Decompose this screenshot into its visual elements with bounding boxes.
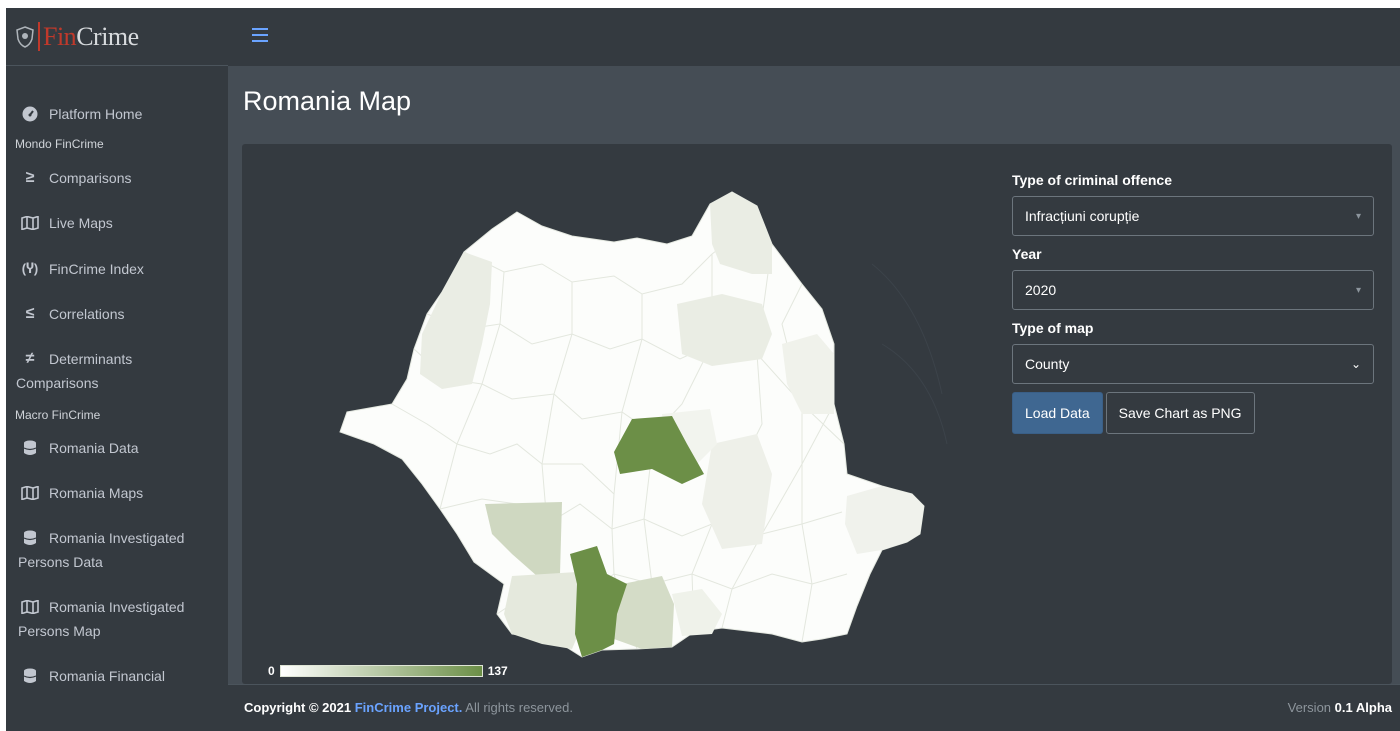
load-data-button[interactable]: Load Data <box>1012 392 1103 434</box>
sidebar-item-romania-data[interactable]: Romania Data <box>6 436 228 460</box>
romania-county-map[interactable] <box>242 144 972 684</box>
top-navbar <box>228 8 1400 66</box>
offence-type-label: Type of criminal offence <box>1012 172 1172 188</box>
county-shade-suceava <box>677 294 772 366</box>
save-chart-png-button[interactable]: Save Chart as PNG <box>1105 392 1255 434</box>
database-icon <box>20 526 40 550</box>
database-icon <box>20 436 40 460</box>
app-window: FinCrime Platform Home Mondo FinCrime ≥ … <box>6 8 1400 731</box>
sidebar-item-label: Romania Maps <box>49 485 144 501</box>
sidebar-item-label: Determinants <box>49 351 133 367</box>
footer-copyright: Copyright © 2021 FinCrime Project. All r… <box>244 700 573 715</box>
year-label: Year <box>1012 246 1042 262</box>
sidebar-item-label-line2: Comparisons <box>16 375 99 391</box>
sidebar-item-determinants-comparisons[interactable]: ≠ Determinants Comparisons <box>6 347 228 395</box>
county-shade-tulcea <box>845 486 924 554</box>
database-icon <box>20 664 40 688</box>
shield-crest-icon <box>16 25 34 48</box>
sidebar-item-investigated-persons-data[interactable]: Romania Investigated Persons Data <box>6 526 228 574</box>
tachometer-icon <box>20 102 40 126</box>
offence-type-select[interactable]: Infracțiuni corupție ▾ <box>1012 196 1374 236</box>
sidebar: FinCrime Platform Home Mondo FinCrime ≥ … <box>6 8 228 731</box>
sidebar-item-label: Romania Data <box>49 440 139 456</box>
map-icon <box>20 481 40 505</box>
caret-down-icon: ▾ <box>1355 284 1361 296</box>
map-legend: 0 137 <box>268 664 508 678</box>
sidebar-item-correlations[interactable]: ≤ Correlations <box>6 302 228 326</box>
sidebar-header-mondo: Mondo FinCrime <box>15 137 104 151</box>
sidebar-item-label-line2: Persons Map <box>18 623 101 639</box>
sidebar-item-label: Platform Home <box>49 106 143 122</box>
less-equal-icon: ≤ <box>25 305 35 322</box>
version-label: Version <box>1287 700 1332 715</box>
legend-gradient-bar <box>279 665 483 677</box>
fincrime-project-link[interactable]: FinCrime Project. <box>355 700 463 715</box>
sidebar-item-fincrime-index[interactable]: (Ⴤ) FinCrime Index <box>6 257 228 281</box>
sidebar-item-label: Comparisons <box>49 170 132 186</box>
sidebar-item-label: FinCrime Index <box>49 261 144 277</box>
caret-down-icon: ▾ <box>1355 210 1361 222</box>
page-title: Romania Map <box>243 86 412 116</box>
map-icon <box>20 595 40 619</box>
greater-equal-icon: ≥ <box>25 169 35 186</box>
sidebar-item-label: Romania Investigated <box>49 599 185 615</box>
broadcast-tower-icon: (Ⴤ) <box>21 261 39 276</box>
sidebar-item-live-maps[interactable]: Live Maps <box>6 211 228 235</box>
legend-max-value: 137 <box>487 664 508 678</box>
hamburger-menu-icon[interactable] <box>252 28 268 42</box>
map-controls: Type of criminal offence Infracțiuni cor… <box>1012 170 1374 434</box>
sidebar-item-label: Live Maps <box>49 215 113 231</box>
version-value: 0.1 Alpha <box>1334 700 1392 715</box>
sidebar-nav: Platform Home Mondo FinCrime ≥ Compariso… <box>6 66 228 688</box>
year-select[interactable]: 2020 ▾ <box>1012 270 1374 310</box>
sidebar-item-romania-maps[interactable]: Romania Maps <box>6 481 228 505</box>
sidebar-item-investigated-persons-map[interactable]: Romania Investigated Persons Map <box>6 595 228 643</box>
sidebar-item-comparisons[interactable]: ≥ Comparisons <box>6 166 228 190</box>
action-buttons: Load Data Save Chart as PNG <box>1012 392 1374 434</box>
map-type-label: Type of map <box>1012 320 1094 336</box>
rights-text: All rights reserved. <box>465 700 573 715</box>
footer-version: Version 0.1 Alpha <box>1288 700 1392 715</box>
sidebar-item-label: Romania Investigated <box>49 530 185 546</box>
map-type-select[interactable]: County ⌄ <box>1012 344 1374 384</box>
offence-type-value: Infracțiuni corupție <box>1025 208 1140 224</box>
sidebar-item-platform-home[interactable]: Platform Home <box>6 102 228 126</box>
county-shade-maramures <box>710 192 772 274</box>
county-shade-mehedinti <box>504 572 587 649</box>
map-card: 0 137 Type of criminal offence Infracțiu… <box>242 144 1392 684</box>
footer: Copyright © 2021 FinCrime Project. All r… <box>228 684 1400 731</box>
map-icon <box>20 211 40 235</box>
chevron-down-icon: ⌄ <box>1350 357 1361 371</box>
brand-name: FinCrime <box>38 21 139 52</box>
map-type-value: County <box>1025 356 1070 372</box>
sidebar-item-label-line2: Persons Data <box>18 554 103 570</box>
sidebar-item-label: Romania Financial <box>49 668 165 684</box>
sidebar-item-romania-financial[interactable]: Romania Financial <box>6 664 228 688</box>
copyright-text: Copyright © 2021 <box>244 700 352 715</box>
year-value: 2020 <box>1025 282 1057 298</box>
legend-min-value: 0 <box>268 664 275 678</box>
brand-logo[interactable]: FinCrime <box>6 8 228 66</box>
sidebar-header-macro: Macro FinCrime <box>15 408 101 422</box>
sidebar-item-label: Correlations <box>49 306 125 322</box>
not-equal-icon: ≠ <box>25 350 35 367</box>
